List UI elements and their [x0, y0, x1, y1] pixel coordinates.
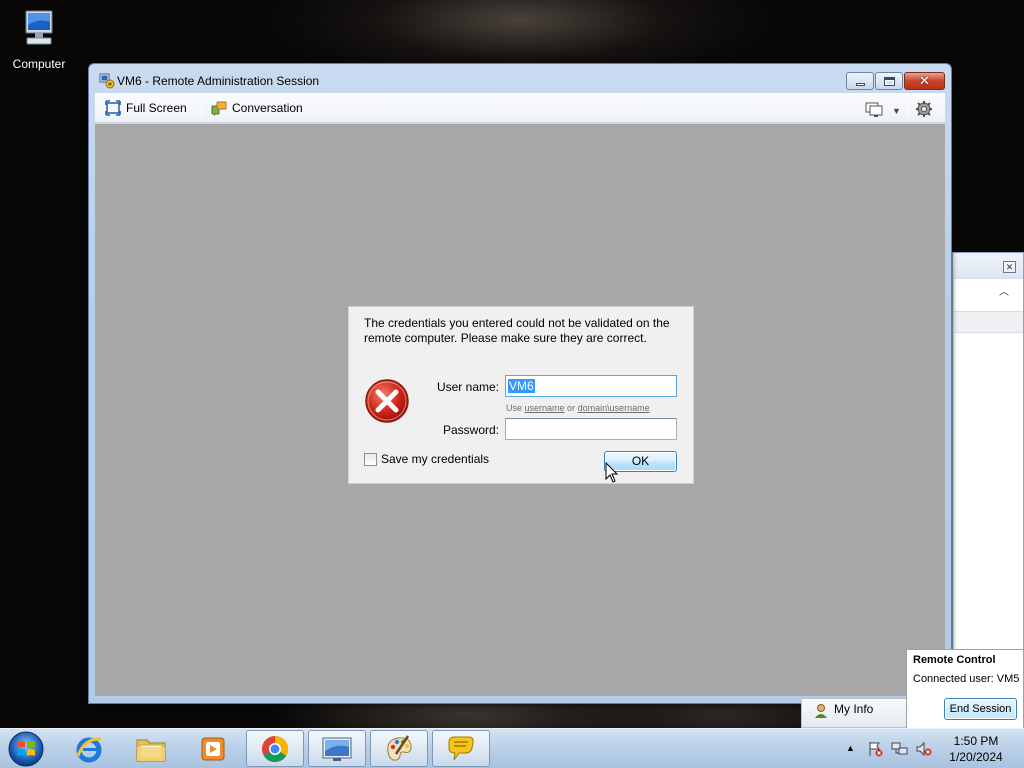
collapse-icon[interactable]: ︿: [999, 283, 1009, 298]
checkbox-box[interactable]: [364, 452, 377, 466]
monitor-icon[interactable]: [865, 101, 883, 119]
connected-user-text: Connected user: VM5: [913, 673, 1020, 685]
notification-title: Remote Control: [913, 654, 996, 666]
background-window-close-button[interactable]: ✕: [1003, 261, 1016, 273]
conversation-label: Conversation: [232, 101, 303, 115]
clock-date: 1/20/2024: [949, 750, 1003, 764]
username-label: User name:: [436, 380, 499, 394]
remote-desktop-viewport[interactable]: The credentials you entered could not be…: [95, 124, 945, 696]
hint-prefix: Use: [506, 403, 525, 413]
taskbar-chrome[interactable]: [246, 730, 304, 767]
session-toolbar: Full Screen Conversation ▼: [95, 93, 945, 123]
clock-time: 1:50 PM: [953, 734, 999, 748]
hint-or: or: [564, 403, 578, 413]
action-center-icon[interactable]: [867, 741, 883, 757]
remote-session-window[interactable]: VM6 - Remote Administration Session ✕ Fu…: [88, 63, 952, 704]
gear-icon[interactable]: [915, 100, 933, 118]
end-session-button[interactable]: End Session: [944, 698, 1017, 720]
start-button[interactable]: [6, 730, 46, 768]
mouse-cursor-icon: [605, 462, 619, 483]
computer-icon: [25, 10, 53, 45]
media-player-icon: [201, 737, 225, 760]
taskbar-media-player[interactable]: [184, 730, 242, 767]
taskbar-internet-explorer[interactable]: [60, 730, 118, 767]
password-label: Password:: [442, 423, 499, 437]
taskbar: ▲ 1:50 PM 1/20/2024: [0, 728, 1024, 768]
full-screen-label: Full Screen: [126, 101, 187, 115]
desktop-icon-computer[interactable]: Computer: [6, 8, 72, 76]
taskbar-chat[interactable]: [432, 730, 490, 767]
close-button[interactable]: ✕: [904, 72, 945, 90]
internet-explorer-icon: [76, 736, 102, 762]
error-icon: [365, 379, 409, 423]
credentials-dialog: The credentials you entered could not be…: [348, 306, 694, 484]
maximize-icon: [884, 77, 895, 86]
username-hint: Use username or domain\username: [506, 403, 650, 413]
window-title: VM6 - Remote Administration Session: [117, 74, 320, 88]
system-tray: ▲ 1:50 PM 1/20/2024: [840, 729, 1024, 768]
full-screen-icon: [105, 100, 121, 116]
paint-icon: [387, 734, 412, 761]
maximize-button[interactable]: [875, 72, 903, 90]
chrome-icon: [262, 735, 289, 762]
hint-username: username: [524, 403, 565, 413]
save-credentials-checkbox[interactable]: Save my credentials: [364, 452, 489, 466]
network-icon[interactable]: [891, 741, 909, 757]
my-info-label: My Info: [834, 702, 874, 716]
full-screen-button[interactable]: Full Screen: [105, 99, 187, 117]
background-window-band: [954, 311, 1023, 333]
remote-desktop-icon: [322, 737, 352, 761]
error-message: The credentials you entered could not be…: [364, 316, 670, 345]
folder-icon: [136, 739, 166, 761]
clock[interactable]: 1:50 PM 1/20/2024: [940, 733, 1012, 765]
desktop-icon-label: Computer: [12, 57, 66, 71]
hint-domain-username: domain\username: [577, 403, 650, 413]
volume-muted-icon[interactable]: [916, 741, 932, 757]
show-hidden-icons-button[interactable]: ▲: [846, 743, 855, 753]
password-input[interactable]: [505, 418, 677, 440]
username-value: VM6: [508, 379, 535, 393]
minimize-button[interactable]: [846, 72, 874, 90]
toolbar-separator: [201, 99, 202, 118]
background-window[interactable]: ✕ ︿: [952, 252, 1024, 672]
taskbar-remote-session[interactable]: [308, 730, 366, 767]
chat-icon: [448, 736, 474, 760]
taskbar-windows-explorer[interactable]: [122, 730, 180, 767]
user-info-icon: [815, 704, 827, 718]
conversation-button[interactable]: Conversation: [211, 99, 303, 117]
username-input[interactable]: VM6: [505, 375, 677, 397]
my-info-button[interactable]: My Info: [801, 698, 907, 728]
close-icon: ✕: [919, 73, 930, 88]
remote-session-icon: [99, 73, 115, 89]
conversation-icon: [211, 101, 227, 116]
remote-control-notification: Remote Control Connected user: VM5 End S…: [906, 649, 1024, 729]
display-dropdown-icon[interactable]: ▼: [892, 102, 901, 120]
toolbar-separator: [907, 99, 908, 118]
save-credentials-label: Save my credentials: [381, 452, 490, 466]
taskbar-paint[interactable]: [370, 730, 428, 767]
background-window-content: [954, 279, 1023, 671]
minimize-icon: [856, 83, 865, 86]
